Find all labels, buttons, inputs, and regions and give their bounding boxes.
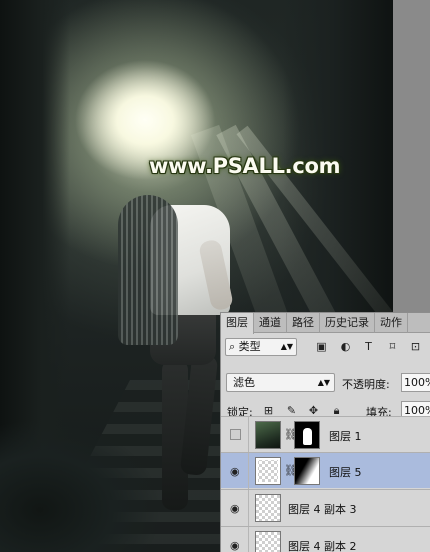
grass	[0, 390, 160, 552]
visibility-toggle[interactable]: ◉	[221, 490, 249, 526]
text-filter-icon[interactable]: T	[361, 339, 376, 354]
filter-kind-label: 类型	[238, 340, 261, 353]
eye-icon[interactable]: ◉	[230, 466, 240, 477]
search-icon: ⌕	[229, 340, 236, 353]
layer-name[interactable]: 图层 4 副本 2	[288, 538, 357, 552]
blend-mode-select[interactable]: 滤色 ▲▼	[226, 373, 335, 392]
opacity-label: 不透明度:	[342, 378, 390, 391]
layer-filter-row: ⌕ 类型 ▲▼ ▣ ◐ T ⌑ ⊡	[221, 335, 430, 359]
eye-icon[interactable]: ◉	[230, 503, 240, 514]
layer-name[interactable]: 图层 4 副本 3	[288, 501, 357, 517]
visibility-toggle[interactable]: ◉	[221, 527, 249, 552]
eye-icon[interactable]: ◉	[230, 540, 240, 551]
shape-filter-icon[interactable]: ⌑	[385, 339, 400, 354]
layers-panel: 图层 通道 路径 历史记录 动作 ⌕ 类型 ▲▼ ▣ ◐ T ⌑ ⊡ 滤色 ▲▼…	[220, 312, 430, 552]
layer-thumbnail	[255, 531, 281, 552]
tab-paths[interactable]: 路径	[287, 313, 320, 333]
visibility-toggle[interactable]	[221, 417, 249, 453]
tab-history[interactable]: 历史记录	[320, 313, 375, 333]
layer-row[interactable]: ◉ 图层 4 副本 2	[221, 526, 430, 552]
blend-mode-value: 滤色	[233, 376, 255, 389]
layer-thumbnail	[255, 457, 281, 485]
image-filter-icon[interactable]: ▣	[314, 339, 329, 354]
adjustment-filter-icon[interactable]: ◐	[338, 339, 353, 354]
layer-mask-thumbnail[interactable]	[294, 457, 320, 485]
panel-tabs: 图层 通道 路径 历史记录 动作	[221, 313, 430, 334]
layer-mask-thumbnail[interactable]	[294, 421, 320, 449]
blend-row: 滤色 ▲▼ 不透明度: 100%	[221, 372, 430, 394]
layer-thumbnail	[255, 421, 281, 449]
opacity-input[interactable]: 100%	[401, 373, 430, 392]
tab-layers[interactable]: 图层	[221, 313, 254, 334]
girl-hair	[118, 195, 178, 345]
chevron-updown-icon: ▲▼	[280, 342, 293, 351]
layer-name[interactable]: 图层 1	[329, 428, 362, 444]
smart-object-filter-icon[interactable]: ⊡	[408, 339, 423, 354]
visibility-toggle[interactable]: ◉	[221, 453, 249, 489]
filter-kind-select[interactable]: ⌕ 类型 ▲▼	[225, 338, 297, 356]
layer-row-selected[interactable]: ◉ ⛓ 图层 5	[221, 452, 430, 489]
watermark-text: www.PSALL.com	[149, 154, 341, 178]
layer-row[interactable]: ⛓ 图层 1	[221, 416, 430, 453]
layer-row[interactable]: ◉ 图层 4 副本 3	[221, 489, 430, 526]
tab-channels[interactable]: 通道	[254, 313, 287, 333]
layer-thumbnail	[255, 494, 281, 522]
layer-name[interactable]: 图层 5	[329, 464, 362, 480]
chevron-updown-icon: ▲▼	[317, 378, 330, 387]
mask-silhouette	[303, 428, 312, 445]
visibility-off-icon[interactable]	[230, 429, 241, 440]
tab-actions[interactable]: 动作	[375, 313, 408, 333]
